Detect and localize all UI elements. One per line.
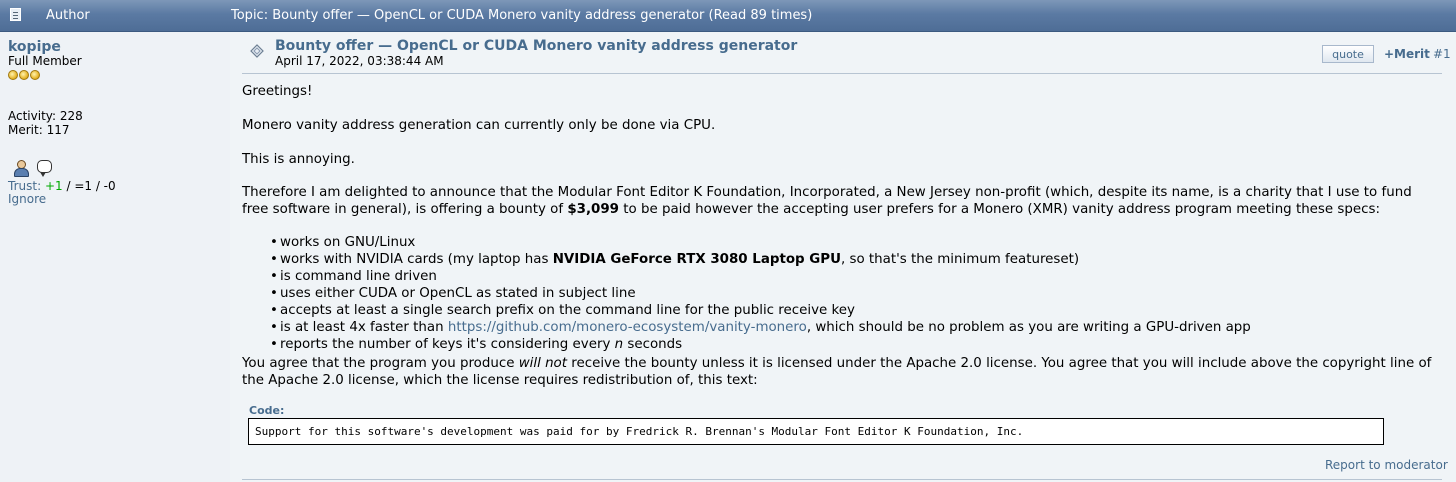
trust-rest: / =1 / -0 — [62, 179, 116, 193]
post-paragraph: You agree that the program you produce w… — [242, 355, 1442, 389]
list-item: uses either CUDA or OpenCL as stated in … — [270, 285, 1440, 302]
list-item: is command line driven — [270, 268, 1440, 285]
italic-n: n — [614, 337, 624, 352]
report-to-moderator-link[interactable]: Report to moderator — [1325, 458, 1448, 472]
text-span: You agree that the program you produce — [242, 356, 519, 371]
text-span: is at least 4x faster than — [280, 320, 448, 335]
text-span: , which should be no problem as you are … — [806, 320, 1251, 335]
poster-rank: Full Member — [8, 54, 82, 68]
poster-merit: Merit: 117 — [8, 123, 70, 137]
vanity-monero-link[interactable]: https://github.com/monero-ecosystem/vani… — [448, 320, 807, 335]
code-block[interactable]: Support for this software's development … — [248, 418, 1384, 445]
poster-activity: Activity: 228 — [8, 109, 83, 123]
trust-score: Trust: +1 / =1 / -0 — [8, 179, 116, 193]
author-column-label: Author — [46, 8, 90, 23]
bounty-amount: $3,099 — [567, 202, 620, 217]
post-date: April 17, 2022, 03:38:44 AM — [275, 54, 444, 68]
poster-actions — [13, 160, 52, 177]
text-span: , so that's the minimum featureset) — [840, 252, 1080, 267]
page-icon — [10, 8, 21, 21]
list-item: reports the number of keys it's consider… — [270, 336, 1440, 353]
merit-button[interactable]: +Merit — [1384, 47, 1430, 61]
poster-sidebar: kopipe Full Member Activity: 228 Merit: … — [0, 32, 230, 482]
quote-button[interactable]: quote — [1322, 45, 1374, 63]
post-bottom-divider — [242, 479, 1442, 480]
star-icon — [19, 70, 29, 80]
list-item: accepts at least a single search prefix … — [270, 302, 1440, 319]
list-item: is at least 4x faster than https://githu… — [270, 319, 1440, 336]
text-span: works with NVIDIA cards (my laptop has — [280, 252, 553, 267]
list-item: works on GNU/Linux — [270, 234, 1440, 251]
post-subject-icon — [250, 44, 264, 58]
text-span: reports the number of keys it's consider… — [280, 337, 615, 352]
text-span: seconds — [623, 337, 683, 352]
post-title-link[interactable]: Bounty offer — OpenCL or CUDA Monero van… — [275, 38, 797, 54]
topic-title: Topic: Bounty offer — OpenCL or CUDA Mon… — [231, 8, 813, 23]
trust-positive: +1 — [44, 179, 63, 193]
text-span: to be paid however the accepting user pr… — [619, 202, 1380, 217]
gpu-model: NVIDIA GeForce RTX 3080 Laptop GPU — [552, 252, 841, 267]
list-item: works with NVIDIA cards (my laptop has N… — [270, 251, 1440, 268]
post-divider — [242, 73, 1442, 74]
trust-link[interactable]: Trust: — [8, 179, 41, 193]
star-icon — [30, 70, 40, 80]
post-paragraph: Therefore I am delighted to announce tha… — [242, 184, 1442, 218]
rank-stars — [8, 70, 40, 80]
post-greeting: Greetings! — [242, 84, 313, 99]
post-paragraph: This is annoying. — [242, 152, 355, 167]
code-label: Code: — [249, 404, 285, 417]
send-message-icon[interactable] — [37, 160, 52, 177]
post-paragraph: Monero vanity address generation can cur… — [242, 118, 716, 133]
spec-list: works on GNU/Linux works with NVIDIA car… — [242, 234, 1440, 353]
ignore-user-link[interactable]: Ignore — [8, 192, 46, 206]
post-body: Bounty offer — OpenCL or CUDA Monero van… — [231, 32, 1456, 482]
post-number-link[interactable]: #1 — [1433, 47, 1451, 61]
star-icon — [8, 70, 18, 80]
italic-text: will not — [518, 356, 568, 371]
poster-username-link[interactable]: kopipe — [8, 39, 61, 55]
topic-header-bar: Author Topic: Bounty offer — OpenCL or C… — [0, 0, 1456, 32]
view-profile-icon[interactable] — [13, 160, 29, 177]
